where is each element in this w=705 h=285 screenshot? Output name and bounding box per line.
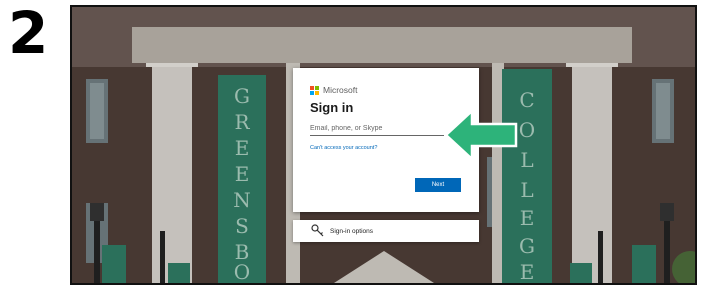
signin-title: Sign in bbox=[310, 100, 354, 115]
cant-access-account-link[interactable]: Can't access your account? bbox=[310, 145, 377, 151]
step-number: 2 bbox=[8, 0, 48, 67]
email-input[interactable] bbox=[310, 122, 444, 136]
key-icon bbox=[311, 224, 324, 237]
screenshot-frame: GRE ENS BO COL LEG E Microsoft Sign in E… bbox=[70, 5, 697, 285]
microsoft-brand-text: Microsoft bbox=[323, 85, 358, 95]
microsoft-logo: Microsoft bbox=[310, 85, 357, 95]
microsoft-logo-icon bbox=[310, 85, 319, 95]
signin-options-button[interactable]: Sign-in options bbox=[293, 220, 479, 242]
arrow-left-icon bbox=[444, 108, 518, 162]
next-button[interactable]: Next bbox=[415, 178, 461, 192]
signin-options-label: Sign-in options bbox=[330, 227, 373, 235]
